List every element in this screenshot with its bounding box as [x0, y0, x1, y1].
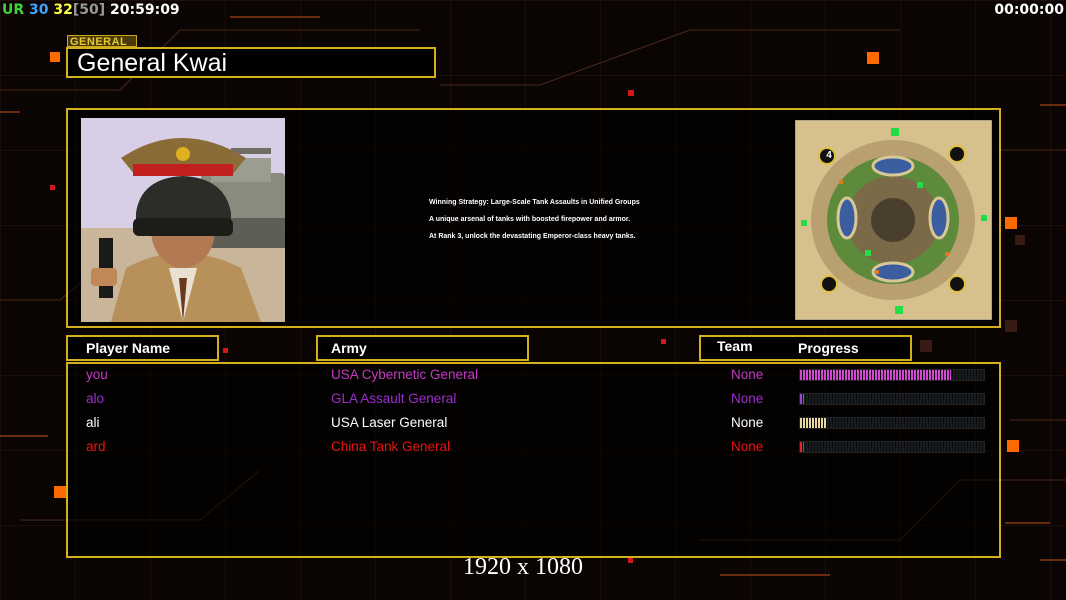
player-row: ali USA Laser General None [68, 412, 999, 434]
strategy-line: At Rank 3, unlock the devastating Empero… [429, 233, 636, 240]
player-row: alo GLA Assault General None [68, 388, 999, 410]
player-team: None [731, 391, 764, 406]
player-row: ard China Tank General None [68, 436, 999, 458]
progress-header-label: Progress [798, 340, 859, 356]
player-name-header-label: Player Name [86, 340, 171, 356]
player-name: ali [86, 415, 100, 430]
stat-b: 32 [53, 2, 73, 18]
general-portrait [81, 118, 285, 322]
player-progress-bar [799, 393, 985, 405]
stat-c: [50] [72, 2, 106, 18]
player-team: None [731, 439, 764, 454]
player-progress-bar [799, 441, 985, 453]
fps-status-bar: UR 30 32[50] 20:59:09 [2, 0, 180, 20]
player-row: you USA Cybernetic General None [68, 364, 999, 386]
team-header-label: Team [717, 338, 753, 354]
player-team: None [731, 415, 764, 430]
players-list-panel: you USA Cybernetic General None alo GLA … [66, 362, 1001, 558]
ur-label: UR [2, 2, 25, 18]
player-name: ard [86, 439, 106, 454]
strategy-line: A unique arsenal of tanks with boosted f… [429, 216, 631, 223]
player-progress-bar [799, 417, 985, 429]
player-progress-fill [800, 370, 951, 380]
player-name-header: Player Name [66, 335, 219, 361]
player-army: USA Cybernetic General [331, 367, 479, 382]
map-preview: 4 [794, 119, 993, 321]
strategy-description: Winning Strategy: Large-Scale Tank Assau… [429, 198, 729, 249]
player-progress-fill [800, 418, 826, 428]
player-army: GLA Assault General [331, 391, 457, 406]
player-team: None [731, 367, 764, 382]
stat-a: 30 [29, 2, 49, 18]
player-name: you [86, 367, 108, 382]
strategy-line: Winning Strategy: Large-Scale Tank Assau… [429, 199, 640, 206]
general-title-box: General Kwai [66, 47, 436, 78]
game-timer: 00:00:00 [994, 2, 1064, 18]
player-army: USA Laser General [331, 415, 448, 430]
general-name: General Kwai [77, 49, 228, 77]
player-name: alo [86, 391, 105, 406]
player-progress-fill [800, 394, 804, 404]
clock: 20:59:09 [110, 2, 180, 18]
map-player-count-badge: 4 [826, 150, 832, 161]
army-header: Army [316, 335, 529, 361]
general-info-panel: Winning Strategy: Large-Scale Tank Assau… [66, 108, 1001, 328]
team-progress-header: Team Progress [699, 335, 912, 361]
army-header-label: Army [331, 340, 367, 356]
player-progress-fill [800, 442, 804, 452]
player-army: China Tank General [331, 439, 451, 454]
player-progress-bar [799, 369, 985, 381]
resolution-label: 1920 x 1080 [463, 554, 583, 580]
general-tag: GENERAL [67, 35, 137, 48]
